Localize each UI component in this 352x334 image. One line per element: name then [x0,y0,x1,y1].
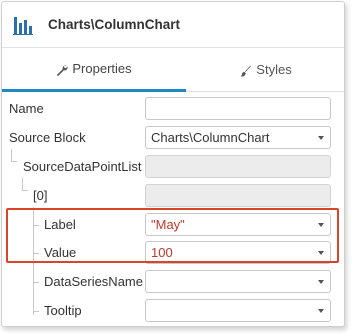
property-row-name: Name [2,95,344,123]
index-0-field [145,184,331,207]
source-data-point-list-field [145,155,331,178]
label-label: Label [44,217,76,232]
property-row-index-0: [0] [2,182,344,210]
property-row-value: Value 100 [2,239,344,267]
tab-properties[interactable]: Properties [2,48,186,92]
chevron-down-icon [318,136,324,140]
source-data-point-list-label: SourceDataPointList [23,159,142,174]
label-value: "May" [151,217,185,232]
tab-styles-label: Styles [256,62,292,77]
tab-bar: Properties Styles [2,48,344,92]
tooltip-select[interactable] [145,299,331,322]
column-chart-icon [13,17,33,35]
name-input[interactable] [145,97,331,120]
data-series-name-label: DataSeriesName [44,274,143,289]
source-block-value: Charts\ColumnChart [151,130,270,145]
chevron-down-icon [318,251,324,255]
property-row-source-block: Source Block Charts\ColumnChart [2,124,344,152]
value-label: Value [44,245,77,260]
chevron-down-icon [318,223,324,227]
value-value: 100 [151,245,173,260]
label-select[interactable]: "May" [145,213,331,236]
brush-icon [240,65,252,77]
panel-header: Charts\ColumnChart [2,2,344,48]
source-block-label: Source Block [9,130,86,145]
tab-styles[interactable]: Styles [186,48,344,92]
source-block-select[interactable]: Charts\ColumnChart [145,126,331,149]
data-series-name-select[interactable] [145,270,331,293]
index-0-label: [0] [33,188,48,203]
chevron-down-icon [318,309,324,313]
tab-properties-label: Properties [72,61,132,76]
wrench-icon [57,64,69,76]
property-row-label: Label "May" [2,211,344,239]
name-label: Name [9,101,44,116]
property-row-tooltip: Tooltip [2,297,344,325]
properties-panel: Charts\ColumnChart Properties Styles Nam… [1,1,345,327]
chevron-down-icon [318,280,324,284]
tooltip-label: Tooltip [44,303,82,318]
panel-title: Charts\ColumnChart [48,17,181,32]
property-row-data-series-name: DataSeriesName [2,268,344,296]
value-select[interactable]: 100 [145,241,331,264]
property-row-source-data-point-list: SourceDataPointList [2,153,344,181]
